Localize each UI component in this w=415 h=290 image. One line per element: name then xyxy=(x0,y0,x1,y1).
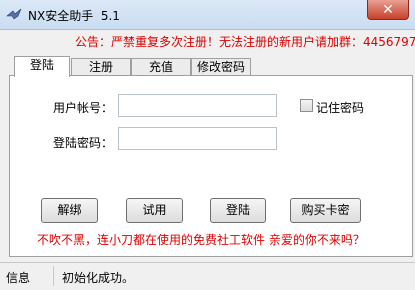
close-button[interactable]: ✕ xyxy=(367,0,409,20)
window-title: NX安全助手 5.1 xyxy=(28,9,120,23)
close-icon: ✕ xyxy=(382,1,394,18)
promo-text: 不吹不黑，连小刀都在使用的免费社工软件 亲爱的你不来吗？ xyxy=(37,233,365,247)
status-message: 初始化成功。 xyxy=(62,271,135,285)
tab-change-password[interactable]: 修改密码 xyxy=(191,58,251,76)
trial-button[interactable]: 试用 xyxy=(126,198,183,223)
buy-card-button[interactable]: 购买卡密 xyxy=(290,198,361,223)
tab-register[interactable]: 注册 xyxy=(71,58,131,76)
tab-change-password-label: 修改密码 xyxy=(196,60,245,74)
announcement-text: 公告：严禁重复多次注册！无法注册的新用户请加群：4456797免 xyxy=(75,35,415,49)
account-input[interactable] xyxy=(118,94,277,117)
tab-login[interactable]: 登陆 xyxy=(14,56,70,77)
unbind-button[interactable]: 解绑 xyxy=(41,198,98,223)
tab-recharge[interactable]: 充值 xyxy=(131,58,191,76)
status-label: 信息 xyxy=(6,271,31,285)
tab-login-label: 登陆 xyxy=(29,58,54,72)
remember-password-checkbox[interactable] xyxy=(300,99,313,112)
tab-recharge-label: 充值 xyxy=(148,60,173,74)
password-input[interactable] xyxy=(118,127,277,150)
status-divider xyxy=(53,266,54,286)
tab-register-label: 注册 xyxy=(88,60,113,74)
account-label: 用户帐号： xyxy=(53,101,114,115)
title-bar: NX安全助手 5.1 ✕ xyxy=(0,0,415,30)
login-button[interactable]: 登陆 xyxy=(210,198,266,223)
app-bird-icon xyxy=(6,8,22,20)
status-bar: 信息 初始化成功。 xyxy=(0,262,415,290)
remember-password-label: 记住密码 xyxy=(316,101,365,115)
password-label: 登陆密码： xyxy=(53,136,114,150)
